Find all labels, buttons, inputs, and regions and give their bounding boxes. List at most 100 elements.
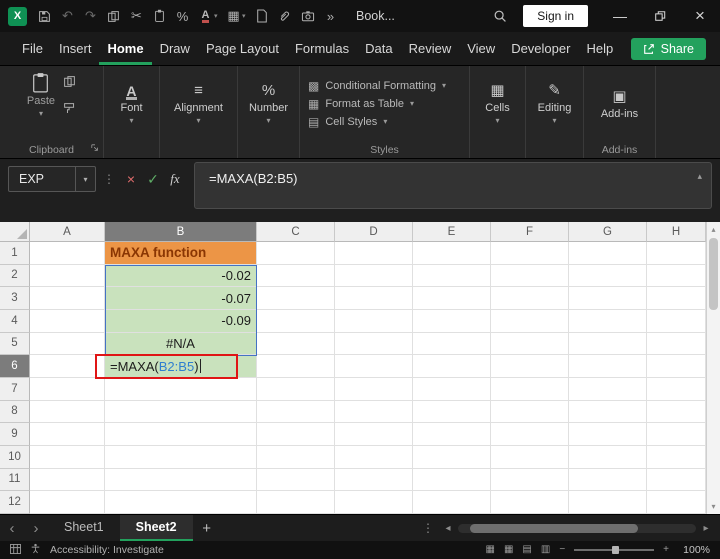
- select-all-corner[interactable]: [0, 222, 30, 242]
- menu-tab-view[interactable]: View: [459, 33, 503, 65]
- cell-A8[interactable]: [30, 400, 105, 424]
- cell-G9[interactable]: [569, 423, 647, 446]
- cell-E7[interactable]: [413, 377, 491, 401]
- cell-G1[interactable]: [569, 242, 647, 265]
- cell-B4[interactable]: -0.09: [105, 309, 257, 333]
- cell-E12[interactable]: [413, 491, 491, 514]
- column-header-B[interactable]: B: [105, 222, 257, 242]
- cell-E11[interactable]: [413, 468, 491, 492]
- cell-H1[interactable]: [647, 242, 706, 265]
- paste-button-quick[interactable]: [148, 4, 171, 28]
- row-header-6[interactable]: 6: [0, 355, 30, 378]
- horizontal-scrollbar[interactable]: [458, 523, 696, 533]
- cell-F7[interactable]: [491, 377, 569, 401]
- cell-D5[interactable]: [335, 332, 413, 356]
- excel-app-icon[interactable]: X: [8, 6, 27, 26]
- cell-E1[interactable]: [413, 242, 491, 265]
- collapse-formula-bar-button[interactable]: ▴: [697, 171, 702, 182]
- column-header-E[interactable]: E: [413, 222, 491, 242]
- row-header-11[interactable]: 11: [0, 468, 30, 492]
- cell-G3[interactable]: [569, 287, 647, 310]
- cell-H8[interactable]: [647, 400, 706, 424]
- ribbon-group-editing[interactable]: ✎ Editing ▾: [526, 66, 584, 158]
- cell-F8[interactable]: [491, 400, 569, 424]
- cell-E10[interactable]: [413, 445, 491, 469]
- row-header-3[interactable]: 3: [0, 287, 30, 310]
- cell-A7[interactable]: [30, 377, 105, 401]
- cell-G7[interactable]: [569, 377, 647, 401]
- menu-tab-insert[interactable]: Insert: [51, 33, 100, 65]
- restore-button[interactable]: [640, 0, 680, 32]
- cell-A10[interactable]: [30, 445, 105, 469]
- cell-E4[interactable]: [413, 309, 491, 333]
- cell-D12[interactable]: [335, 491, 413, 514]
- cell-G8[interactable]: [569, 400, 647, 424]
- cell-A6[interactable]: [30, 355, 105, 378]
- table-view-icon[interactable]: ▦: [486, 545, 495, 555]
- cell-A3[interactable]: [30, 287, 105, 310]
- toolbar-overflow-button[interactable]: »: [319, 4, 342, 28]
- ribbon-group-cells[interactable]: ▦ Cells ▾: [470, 66, 526, 158]
- copy-button[interactable]: [63, 75, 76, 93]
- chevron-down-icon[interactable]: ▾: [242, 12, 250, 20]
- cell-G5[interactable]: [569, 332, 647, 356]
- minimize-button[interactable]: —: [600, 0, 640, 32]
- cell-B8[interactable]: [105, 400, 257, 424]
- cell-styles-button[interactable]: ▤ Cell Styles ▾: [308, 115, 387, 129]
- cell-D2[interactable]: [335, 264, 413, 288]
- row-header-9[interactable]: 9: [0, 423, 30, 446]
- ribbon-group-font[interactable]: A Font ▾: [104, 66, 160, 158]
- zoom-in-icon[interactable]: +: [663, 545, 669, 555]
- column-header-F[interactable]: F: [491, 222, 569, 242]
- cell-A12[interactable]: [30, 491, 105, 514]
- cell-D9[interactable]: [335, 423, 413, 446]
- cell-H10[interactable]: [647, 445, 706, 469]
- ribbon-group-addins[interactable]: ▣ Add-ins Add-ins: [584, 66, 656, 158]
- cell-H6[interactable]: [647, 355, 706, 378]
- formula-bar-splitter[interactable]: ⋮: [103, 172, 115, 186]
- menu-tab-page-layout[interactable]: Page Layout: [198, 33, 287, 65]
- cell-C7[interactable]: [257, 377, 335, 401]
- cell-B11[interactable]: [105, 468, 257, 492]
- formula-input[interactable]: =MAXA(B2:B5) ▴: [194, 162, 712, 209]
- cell-E6[interactable]: [413, 355, 491, 378]
- hscroll-left-icon[interactable]: ◂: [440, 523, 456, 534]
- cell-B12[interactable]: [105, 491, 257, 514]
- save-button[interactable]: [33, 4, 56, 28]
- row-header-12[interactable]: 12: [0, 491, 30, 514]
- cell-A9[interactable]: [30, 423, 105, 446]
- format-painter-button[interactable]: [63, 102, 76, 120]
- cell-C11[interactable]: [257, 468, 335, 492]
- cell-D7[interactable]: [335, 377, 413, 401]
- zoom-out-icon[interactable]: −: [559, 545, 565, 555]
- cell-E9[interactable]: [413, 423, 491, 446]
- cell-E2[interactable]: [413, 264, 491, 288]
- insert-function-button[interactable]: fx: [164, 169, 186, 189]
- cell-C3[interactable]: [257, 287, 335, 310]
- cell-H7[interactable]: [647, 377, 706, 401]
- format-as-table-button[interactable]: ▦ Format as Table ▾: [308, 97, 414, 111]
- cell-F4[interactable]: [491, 309, 569, 333]
- row-header-1[interactable]: 1: [0, 242, 30, 265]
- cell-B2[interactable]: -0.02: [105, 264, 257, 288]
- cell-C9[interactable]: [257, 423, 335, 446]
- cell-C8[interactable]: [257, 400, 335, 424]
- cell-B3[interactable]: -0.07: [105, 287, 257, 310]
- zoom-slider[interactable]: [574, 546, 655, 554]
- cell-H12[interactable]: [647, 491, 706, 514]
- sheet-nav-left-icon[interactable]: ‹: [0, 520, 24, 537]
- copy-button[interactable]: [102, 4, 125, 28]
- sheet-nav-right-icon[interactable]: ›: [24, 520, 48, 537]
- vertical-scrollbar-thumb[interactable]: [709, 238, 718, 310]
- page-layout-view-icon[interactable]: ▤: [522, 545, 531, 555]
- menu-tab-help[interactable]: Help: [578, 33, 621, 65]
- menu-tab-home[interactable]: Home: [99, 33, 152, 65]
- cell-D4[interactable]: [335, 309, 413, 333]
- cell-D3[interactable]: [335, 287, 413, 310]
- cell-D10[interactable]: [335, 445, 413, 469]
- menu-tab-file[interactable]: File: [14, 33, 51, 65]
- column-header-H[interactable]: H: [647, 222, 706, 242]
- vertical-scrollbar[interactable]: ▴ ▾: [706, 222, 720, 514]
- cell-C6[interactable]: [257, 355, 335, 378]
- cell-B9[interactable]: [105, 423, 257, 446]
